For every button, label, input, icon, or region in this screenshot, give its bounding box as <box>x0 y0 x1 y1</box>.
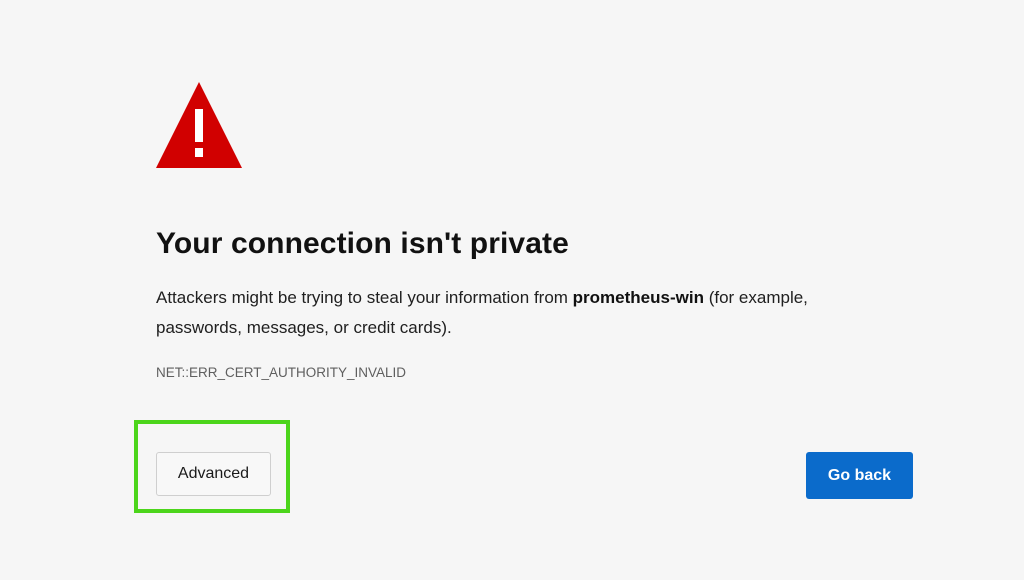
message-text-before: Attackers might be trying to steal your … <box>156 288 573 307</box>
page-title: Your connection isn't private <box>156 227 569 260</box>
error-code: NET::ERR_CERT_AUTHORITY_INVALID <box>156 365 407 380</box>
warning-triangle-icon <box>156 82 242 168</box>
advanced-button[interactable]: Advanced <box>156 452 271 496</box>
error-message: Attackers might be trying to steal your … <box>156 283 876 343</box>
error-page: Your connection isn't private Attackers … <box>0 0 1024 580</box>
host-name: prometheus-win <box>572 288 704 307</box>
go-back-button[interactable]: Go back <box>806 452 913 499</box>
